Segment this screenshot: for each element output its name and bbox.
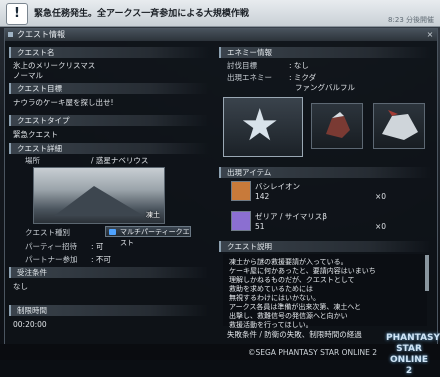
multi-party-quest-button[interactable]: マルチパーティークエスト [105, 226, 191, 247]
item-weapon-icon [231, 181, 251, 201]
accept-condition-value: なし [13, 282, 28, 291]
objective-text: ナウラのケーキ屋を探し出せ! [13, 98, 114, 107]
item-quantity: ×0 [375, 222, 387, 231]
star-emblem-icon: ★ [240, 100, 280, 151]
item-name: バシレイオン [255, 182, 300, 191]
area-caption: 凍土 [146, 211, 160, 219]
time-limit-header: 制限時間 [9, 305, 209, 316]
item-count: 142 [255, 192, 270, 201]
enemy-info-header: エネミー情報 [219, 47, 431, 58]
quest-description: 凍土から謎の救援要請が入っている。 ケーキ屋に何かあったと、要請内容はいまいち … [223, 254, 427, 329]
close-icon[interactable]: × [425, 30, 435, 40]
objective-header: クエスト目標 [9, 83, 209, 94]
notification-time: 8:23 分後開催 [388, 16, 434, 24]
party-invite-value: : 可 [91, 242, 104, 251]
multi-party-icon [109, 229, 116, 235]
time-limit-value: 00:20:00 [13, 320, 47, 329]
notification-bar[interactable]: ! 緊急任務発生。全アークス一斉参加による大規模作戦 8:23 分後開催 [0, 0, 440, 27]
logo-line-1: PHANTASY STAR [386, 333, 440, 354]
list-item[interactable]: バシレイオン 142 ×0 [227, 179, 417, 203]
item-count: 51 [255, 222, 265, 231]
fangbalfur-icon [382, 110, 418, 140]
quest-type: 緊急クエスト [13, 130, 58, 139]
target-label: 討伐目標 [227, 61, 257, 70]
party-invite-label: パーティー招待 [25, 242, 78, 251]
target-value: : なし [289, 61, 309, 70]
mountain-shape [54, 186, 144, 216]
quest-kind-label: クエスト種別 [25, 228, 70, 237]
enemy-mikuda-portrait[interactable] [311, 103, 363, 149]
list-item[interactable]: ゼリア / サイマリスβ 51 ×0 [227, 209, 417, 233]
enemy-value-2: ファングバルフル [295, 83, 355, 92]
logo-line-2: ONLINE 2 [390, 355, 428, 376]
enemy-label: 出現エネミー [227, 73, 272, 82]
enemy-fangbalfur-portrait[interactable] [373, 103, 425, 149]
location-label: 場所 [25, 156, 40, 165]
partner-label: パートナー参加 [25, 255, 78, 264]
boss-emblem[interactable]: ★ [223, 97, 303, 157]
info-icon: ! [6, 3, 28, 25]
copyright: ©SEGA PHANTASY STAR ONLINE 2 [248, 348, 377, 357]
item-name: ゼリア / サイマリスβ [255, 212, 328, 221]
quest-type-header: クエストタイプ [9, 115, 209, 126]
window-title: クエスト情報 [5, 29, 437, 41]
partner-value: : 不可 [91, 255, 111, 264]
description-scrollbar[interactable] [425, 255, 429, 291]
quest-name-header: クエスト名 [9, 47, 209, 58]
item-weapon-icon [231, 211, 251, 231]
drop-item-header: 出現アイテム [219, 167, 431, 178]
fail-condition: 失敗条件 / 防衛の失敗、制限時間の経過 [227, 330, 362, 339]
quest-kind-value: マルチパーティークエスト [120, 228, 190, 247]
accept-condition-header: 受注条件 [9, 267, 209, 278]
location-value: / 惑星ナベリウス [91, 156, 149, 165]
quest-description-header: クエスト説明 [219, 241, 431, 252]
game-logo: PHANTASY STAR ONLINE 2 [386, 333, 440, 376]
quest-difficulty: ノーマル [13, 71, 43, 80]
notification-text: 緊急任務発生。全アークス一斉参加による大規模作戦 [34, 9, 249, 19]
quest-detail-header: クエスト詳細 [9, 143, 209, 154]
mikuda-icon [326, 112, 350, 138]
quest-info-window: クエスト情報 × クエスト名 氷上のメリークリスマス ノーマル クエスト目標 ナ… [4, 28, 438, 346]
item-quantity: ×0 [375, 192, 387, 201]
area-image: 凍土 [33, 167, 165, 224]
